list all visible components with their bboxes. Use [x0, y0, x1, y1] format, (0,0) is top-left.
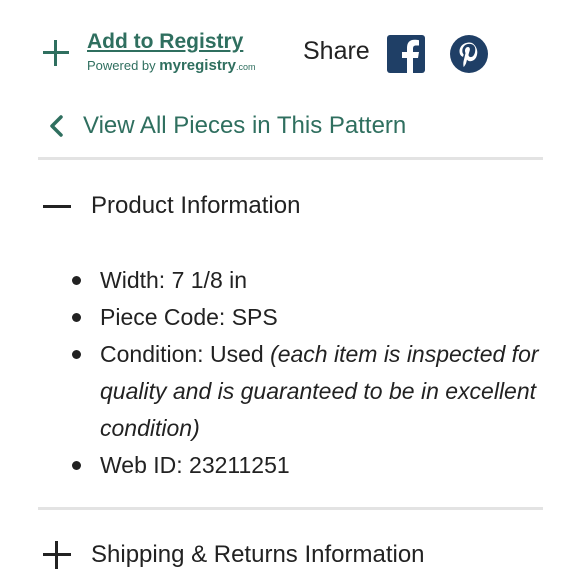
share-label: Share	[303, 37, 370, 65]
minus-icon	[43, 204, 71, 208]
chevron-left-icon	[50, 115, 63, 137]
item-value: 7 1/8 in	[171, 267, 248, 293]
plus-icon	[43, 541, 71, 569]
list-item: Width: 7 1/8 in	[70, 262, 540, 299]
accordion-shipping-returns[interactable]: Shipping & Returns Information	[43, 541, 425, 569]
item-value: 23211251	[189, 452, 290, 478]
accordion-title: Product Information	[91, 192, 301, 219]
divider	[38, 157, 543, 160]
bullet	[72, 350, 81, 359]
accordion-product-information[interactable]: Product Information	[43, 192, 300, 220]
powered-by: Powered by myregistry.com	[87, 57, 287, 74]
bullet	[72, 313, 81, 322]
facebook-icon[interactable]	[387, 35, 425, 73]
pinterest-icon[interactable]	[450, 35, 488, 73]
myregistry-logo-suffix: .com	[236, 62, 256, 72]
list-item: Condition: Used (each item is inspected …	[70, 336, 540, 447]
plus-icon[interactable]	[43, 40, 69, 66]
view-all-pieces-link[interactable]: View All Pieces in This Pattern	[48, 112, 406, 140]
view-all-pieces-label: View All Pieces in This Pattern	[83, 112, 407, 139]
item-label: Width:	[100, 267, 166, 293]
registry-text: Add to Registry Powered by myregistry.co…	[87, 30, 287, 74]
powered-by-label: Powered by	[87, 58, 156, 73]
item-value: SPS	[231, 304, 278, 330]
item-label: Piece Code:	[100, 304, 226, 330]
list-item: Web ID: 23211251	[70, 447, 540, 484]
myregistry-logo: myregistry	[159, 57, 236, 74]
bullet	[72, 461, 81, 470]
item-value: Used	[209, 341, 264, 367]
add-to-registry-link[interactable]: Add to Registry	[87, 30, 287, 54]
accordion-title: Shipping & Returns Information	[91, 541, 425, 568]
bullet	[72, 276, 81, 285]
divider	[38, 507, 543, 510]
product-info-list: Width: 7 1/8 in Piece Code: SPS Conditio…	[70, 262, 540, 484]
list-item: Piece Code: SPS	[70, 299, 540, 336]
item-label: Condition:	[100, 341, 204, 367]
item-label: Web ID:	[100, 452, 183, 478]
